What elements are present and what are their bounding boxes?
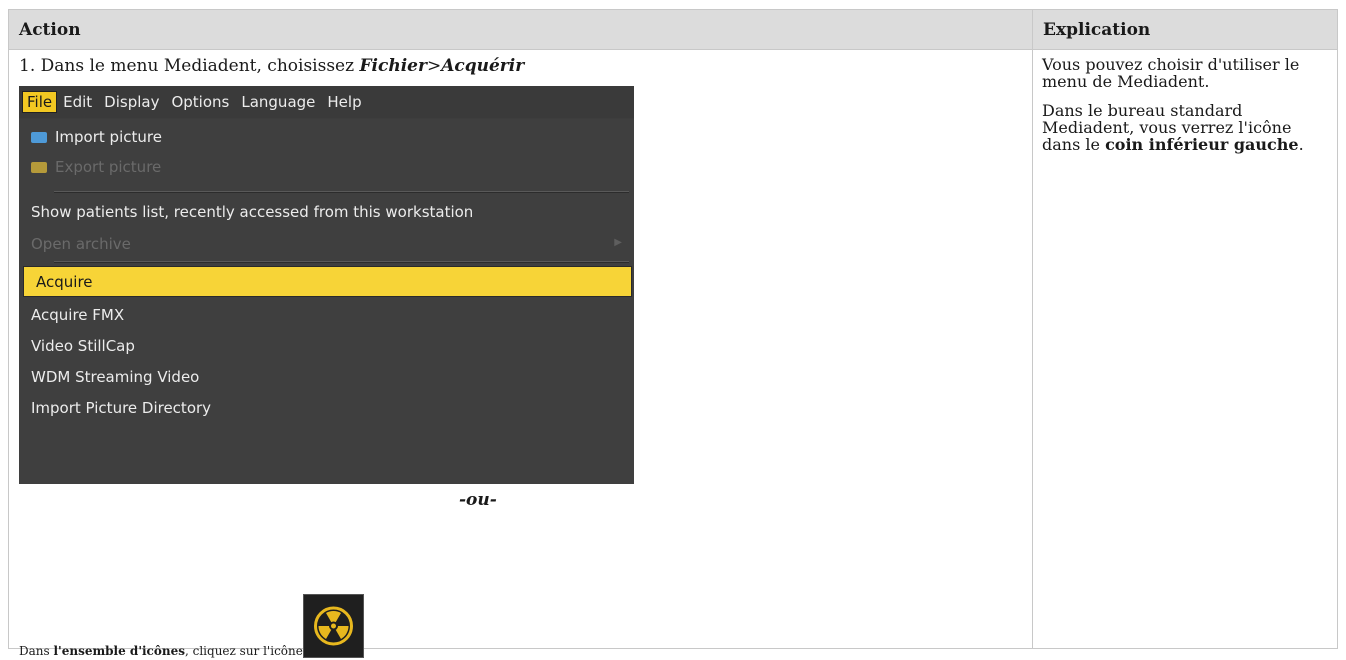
menu-edit[interactable]: Edit — [57, 91, 98, 113]
step-instruction: 1. Dans le menu Mediadent, choisissez Fi… — [19, 56, 1023, 76]
step-text: 1. Dans le menu Mediadent, choisissez — [19, 56, 360, 76]
radiation-symbol — [313, 606, 353, 646]
file-dropdown: Import picture Export picture Show patie… — [19, 119, 634, 484]
menu-path-acquire: Acquérir — [441, 56, 525, 76]
header-action: Action — [8, 9, 1033, 50]
or-separator: -ou- — [459, 490, 497, 510]
menu-display[interactable]: Display — [98, 91, 165, 113]
menu-item-import-directory[interactable]: Import Picture Directory — [31, 394, 211, 422]
icon-text-bold: l'ensemble d'icônes — [53, 644, 185, 658]
menu-item-video-stillcap[interactable]: Video StillCap — [31, 332, 135, 360]
menu-item-label: Import picture — [55, 128, 162, 146]
instruction-table: Action Explication 1. Dans le menu Media… — [8, 9, 1338, 658]
menu-item-acquire[interactable]: Acquire — [23, 266, 632, 297]
menu-item-open-archive: Open archive — [31, 230, 631, 258]
table-row: 1. Dans le menu Mediadent, choisissez Fi… — [8, 49, 1338, 658]
submenu-arrow-icon: ▶ — [614, 237, 622, 248]
menu-separator — [54, 191, 629, 193]
menu-item-export-picture: Export picture — [31, 153, 161, 181]
header-row: Action Explication — [8, 9, 1338, 50]
icon-instruction: Dans l'ensemble d'icônes, cliquez sur l'… — [19, 594, 364, 658]
menu-screenshot: File Edit Display Options Language Help … — [19, 86, 634, 484]
menu-item-acquire-fmx[interactable]: Acquire FMX — [31, 301, 124, 329]
explication-cell: Vous pouvez choisir d'utiliser le menu d… — [1032, 49, 1338, 649]
icon-text-suffix: , cliquez sur l'icône — [184, 644, 303, 658]
menu-item-label: Open archive — [31, 235, 131, 253]
explication-text-end: . — [1298, 135, 1304, 154]
menu-options[interactable]: Options — [165, 91, 235, 113]
action-cell: 1. Dans le menu Mediadent, choisissez Fi… — [8, 49, 1033, 658]
menu-file[interactable]: File — [22, 91, 58, 113]
explication-paragraph-1: Vous pouvez choisir d'utiliser le menu d… — [1042, 55, 1300, 91]
menu-item-label: Export picture — [55, 158, 162, 176]
menu-item-wdm-streaming[interactable]: WDM Streaming Video — [31, 363, 199, 391]
import-picture-icon — [31, 132, 47, 143]
radiation-icon[interactable] — [302, 594, 364, 658]
menu-separator — [54, 261, 629, 263]
menu-item-import-picture[interactable]: Import picture — [31, 123, 162, 151]
menu-path-file: Fichier — [359, 56, 427, 76]
menubar: File Edit Display Options Language Help — [19, 86, 634, 118]
export-picture-icon — [31, 162, 47, 173]
menu-item-show-patients[interactable]: Show patients list, recently accessed fr… — [31, 198, 473, 226]
explication-paragraph-2: Dans le bureau standard Mediadent, vous … — [1042, 102, 1328, 153]
menu-path-separator: > — [426, 56, 442, 76]
explication-bold: coin inférieur gauche — [1105, 135, 1299, 154]
menu-language[interactable]: Language — [235, 91, 321, 113]
icon-text-prefix: Dans — [19, 644, 54, 658]
menu-help[interactable]: Help — [321, 91, 367, 113]
header-explication: Explication — [1032, 9, 1338, 50]
